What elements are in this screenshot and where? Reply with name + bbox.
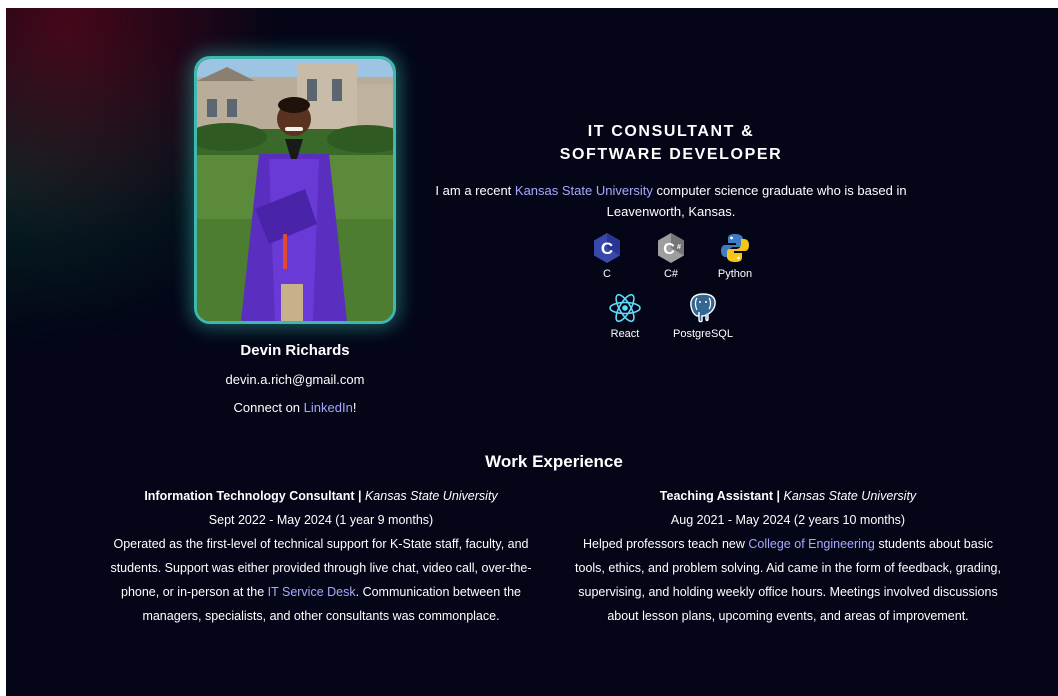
profile-name: Devin Richards [240,342,350,359]
work-experience-title: Work Experience [485,452,623,471]
linkedin-link[interactable]: LinkedIn [304,400,353,415]
college-of-engineering-link[interactable]: College of Engineering [748,537,874,551]
skill-label: Python [717,268,753,280]
job-dates: Sept 2022 - May 2024 (1 year 9 months) [208,513,434,527]
hero-title: IT CONSULTANT & SOFTWARE DEVELOPER [446,120,896,166]
skill-label: C# [663,268,679,280]
svg-text:C: C [663,241,675,258]
job-org: Kansas State University [364,489,498,503]
python-icon [721,234,749,262]
profile-email: devin.a.rich@gmail.com [225,372,365,387]
profile-photo [194,56,396,324]
job-teaching-assistant: Teaching Assistant | Kansas State Univer… [570,484,1006,628]
hero-title-line1: IT CONSULTANT & [587,123,755,140]
job-sep: | [773,489,784,503]
skill-csharp: C # C# [636,232,706,280]
job-role: Information Technology Consultant [144,489,355,503]
svg-text:#: # [677,244,681,251]
profile-connect: Connect on LinkedIn! [166,400,424,415]
hero-title-line2: SOFTWARE DEVELOPER [559,146,783,163]
skill-c: C C [572,232,642,280]
kansas-state-link[interactable]: Kansas State University [515,183,653,198]
job-desc-pre: Helped professors teach new [583,537,749,551]
job-header: Information Technology Consultant | Kans… [96,484,546,508]
job-dates: Aug 2021 - May 2024 (2 years 10 months) [670,513,906,527]
it-service-desk-link[interactable]: IT Service Desk [268,585,356,599]
skill-label: PostgreSQL [673,328,733,340]
job-description: Operated as the first-level of technical… [96,532,546,628]
c-icon: C [594,233,620,263]
job-description: Helped professors teach new College of E… [570,532,1006,628]
skill-python: Python [700,232,770,280]
skill-react: React [590,292,660,340]
skill-label: React [610,328,640,340]
csharp-icon: C # [658,233,684,263]
hero-desc-pre: I am a recent [435,183,515,198]
postgresql-icon [690,293,716,323]
skill-postgresql: PostgreSQL [668,292,738,340]
page: Devin Richards devin.a.rich@gmail.com Co… [6,8,1058,696]
skill-label: C [603,268,611,280]
svg-text:C: C [601,239,613,258]
job-it-consultant: Information Technology Consultant | Kans… [96,484,546,628]
connect-prefix: Connect on [233,400,304,415]
react-icon [609,293,641,323]
job-org: Kansas State University [783,489,917,503]
job-sep: | [354,489,365,503]
job-role: Teaching Assistant [659,489,774,503]
hero-description: I am a recent Kansas State University co… [431,180,911,222]
connect-suffix: ! [352,400,357,415]
job-header: Teaching Assistant | Kansas State Univer… [570,484,1006,508]
